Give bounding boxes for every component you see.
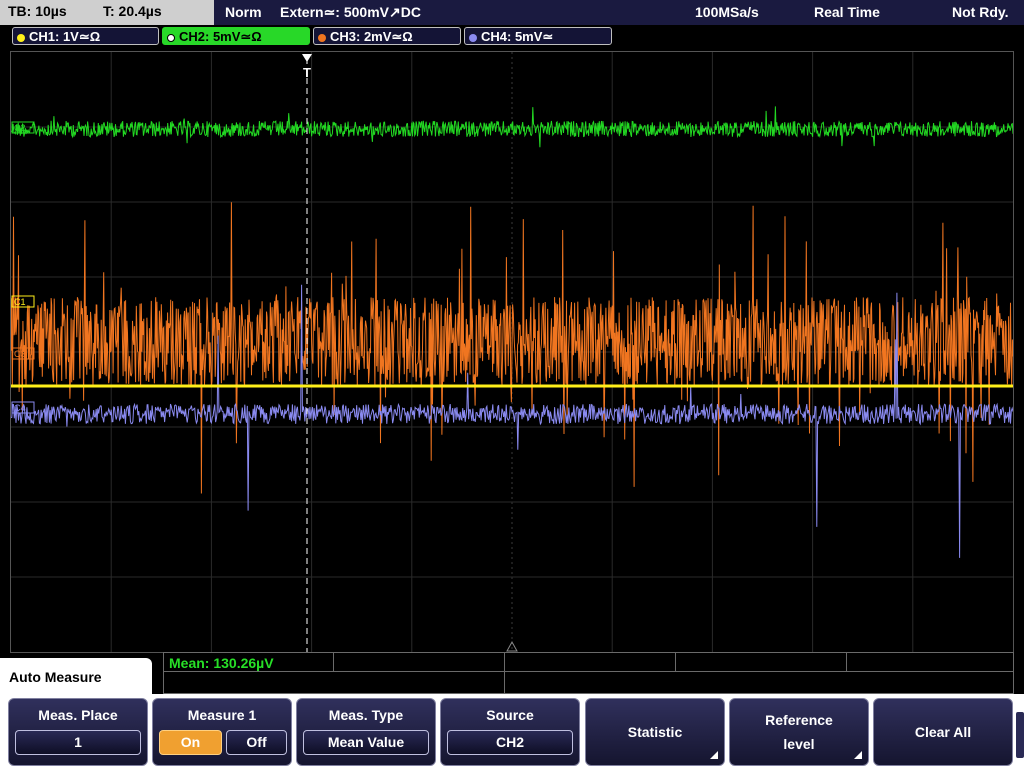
ch2-marker-label: C2 bbox=[14, 123, 26, 133]
ch3-waveform bbox=[10, 202, 1014, 494]
reference-level-label-line1: Reference bbox=[765, 712, 833, 728]
ch3-marker-label: C3 bbox=[14, 349, 26, 359]
ch4-marker[interactable]: C4 bbox=[11, 401, 35, 414]
source-value[interactable]: CH2 bbox=[447, 730, 573, 755]
ch1-marker-label: C1 bbox=[14, 297, 26, 307]
channel-tab-label: CH3: 2mV≃Ω bbox=[330, 29, 413, 44]
divider bbox=[675, 653, 676, 671]
trigger-time-readout: T: 20.4µs bbox=[103, 3, 162, 19]
reference-level-softkey[interactable]: Reference level bbox=[729, 698, 869, 766]
mean-measurement: Mean: 130.26µV bbox=[169, 655, 274, 671]
meas-type-label: Meas. Type bbox=[328, 707, 404, 723]
measurement-strip bbox=[163, 652, 1014, 694]
trigger-source[interactable]: Extern≃: 500mV↗DC bbox=[280, 4, 421, 21]
ch1-color-dot bbox=[17, 33, 25, 42]
channel-tab-label: CH4: 5mV≃ bbox=[481, 29, 554, 44]
channel-tab-ch1[interactable]: CH1: 1V≃Ω bbox=[12, 27, 159, 45]
submenu-arrow-icon bbox=[710, 751, 718, 759]
measure1-on-button[interactable]: On bbox=[159, 730, 222, 755]
submenu-arrow-icon bbox=[854, 751, 862, 759]
sample-rate: 100MSa/s bbox=[695, 4, 759, 20]
meas-type-value[interactable]: Mean Value bbox=[303, 730, 429, 755]
ch4-marker-label: C4 bbox=[14, 403, 26, 413]
statistic-label: Statistic bbox=[627, 724, 683, 740]
menu-title: Auto Measure bbox=[0, 658, 152, 698]
acquisition-mode: Real Time bbox=[814, 4, 880, 20]
waveform-canvas: T C2 C1 C3 C4 bbox=[10, 52, 1014, 652]
ch4-color-dot bbox=[469, 33, 477, 42]
divider bbox=[846, 653, 847, 671]
measure1-label: Measure 1 bbox=[187, 707, 257, 723]
ch3-color-dot bbox=[318, 33, 326, 42]
channel-tab-label: CH2: 5mV≃Ω bbox=[179, 29, 262, 44]
divider bbox=[504, 653, 505, 693]
trigger-mode[interactable]: Norm bbox=[225, 4, 262, 20]
meas-place-value[interactable]: 1 bbox=[15, 730, 141, 755]
channel-tab-ch4[interactable]: CH4: 5mV≃ bbox=[464, 27, 612, 45]
divider bbox=[164, 671, 1013, 672]
divider bbox=[333, 653, 334, 671]
ready-status: Not Rdy. bbox=[952, 4, 1009, 20]
clear-all-label: Clear All bbox=[914, 724, 972, 740]
source-softkey[interactable]: Source CH2 bbox=[440, 698, 580, 766]
reference-level-label-line2: level bbox=[783, 736, 815, 752]
meas-place-softkey[interactable]: Meas. Place 1 bbox=[8, 698, 148, 766]
statistic-softkey[interactable]: Statistic bbox=[585, 698, 725, 766]
channel-tab-label: CH1: 1V≃Ω bbox=[29, 29, 101, 44]
ch1-marker[interactable]: C1 bbox=[11, 295, 35, 308]
clear-all-softkey[interactable]: Clear All bbox=[873, 698, 1013, 766]
waveform-display[interactable]: T C2 C1 C3 C4 bbox=[10, 51, 1014, 653]
channel-tab-ch3[interactable]: CH3: 2mV≃Ω bbox=[313, 27, 461, 45]
source-label: Source bbox=[486, 707, 534, 723]
meas-place-label: Meas. Place bbox=[38, 707, 118, 723]
channel-tab-ch2[interactable]: CH2: 5mV≃Ω bbox=[162, 27, 310, 45]
trigger-marker-label: T bbox=[303, 65, 311, 80]
measure1-off-button[interactable]: Off bbox=[226, 730, 287, 755]
meas-type-softkey[interactable]: Meas. Type Mean Value bbox=[296, 698, 436, 766]
trigger-arrow-icon bbox=[302, 54, 312, 62]
timebase-readout: TB: 10µs bbox=[8, 3, 67, 19]
ch2-color-dot bbox=[167, 33, 175, 42]
measure1-softkey[interactable]: Measure 1 On Off bbox=[152, 698, 292, 766]
softkey-scroll-tab[interactable] bbox=[1016, 712, 1024, 758]
